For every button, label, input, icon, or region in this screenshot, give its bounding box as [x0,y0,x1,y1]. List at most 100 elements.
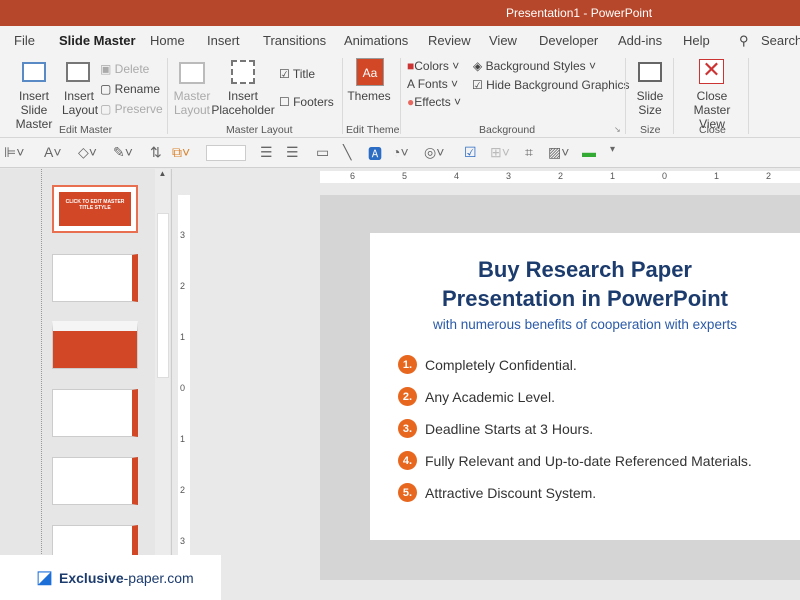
slide[interactable]: Buy Research Paper Presentation in PowerP… [370,233,800,540]
tab-developer[interactable]: Developer [539,33,598,48]
merge-shapes-icon[interactable]: ◎˅ [424,144,444,161]
slide-size-button[interactable]: Slide Size [630,89,670,117]
slide-thumbnail[interactable] [52,321,138,369]
ruler-tick-label: 1 [180,332,186,342]
benefit-item: 2. Any Academic Level. [398,387,555,406]
number-badge: 2. [398,387,417,406]
rectangle-icon[interactable]: ▭ [316,144,329,161]
ruler-tick-label: 5 [402,171,408,181]
delete-label: Delete [114,62,150,76]
text-box-icon[interactable]: 🅰 [368,144,382,164]
master-layout-button[interactable]: Master Layout [172,89,212,117]
delete-button[interactable]: ▣ Delete [100,62,149,76]
edit-icon[interactable]: ☑ [464,144,477,161]
insert-layout-button[interactable]: Insert Layout [62,89,98,117]
arrange-icon[interactable]: ⧉˅ [172,144,190,161]
divider [342,58,343,134]
tab-file[interactable]: File [14,33,35,48]
crop-icon[interactable]: ⌗ [525,144,533,161]
send-backward-icon[interactable]: ☰ [286,144,299,161]
benefit-text: Completely Confidential. [425,356,577,373]
ruler-tick-label: 1 [180,434,186,444]
tab-help[interactable]: Help [683,33,710,48]
size-dropdown[interactable] [206,145,246,161]
footers-checkbox[interactable]: ☐ Footers [279,95,334,109]
divider [400,58,401,134]
ruler-tick-label: 6 [350,171,356,181]
hide-background-graphics-checkbox[interactable]: ☑ Hide Background Graphics [472,78,630,92]
tab-view[interactable]: View [489,33,517,48]
table-icon[interactable]: ⊞˅ [490,144,510,161]
effects-button[interactable]: ●Effects ˅ [407,95,461,109]
scrollbar-thumb[interactable] [157,213,169,378]
divider [673,58,674,134]
group-size: Size [640,124,661,136]
title-line: Buy Research Paper [478,257,692,282]
number-badge: 3. [398,419,417,438]
sort-icon[interactable]: ⇅ [150,144,162,161]
rename-button[interactable]: ▢ Rename [100,82,160,96]
align-icon[interactable]: ⊫˅ [4,144,24,161]
tab-review[interactable]: Review [428,33,471,48]
fonts-button[interactable]: A Fonts ˅ [407,77,458,91]
scroll-up-icon[interactable]: ▲ [155,169,170,178]
themes-icon: Aa [356,58,384,86]
group-master-layout: Master Layout [226,124,293,136]
title-checkbox[interactable]: ☑ Title [279,67,315,81]
group-edit-master: Edit Master [59,124,113,136]
background-styles-label: Background Styles [485,59,586,73]
slide-master-icon [22,62,46,82]
quick-toolbar: ⊫˅ A˅ ◇˅ ✎˅ ⇅ ⧉˅ ☰ ☰ ▭ ╲ 🅰 ◔˅ ◎˅ ☑ ⊞˅ ⌗ … [0,138,800,168]
footers-label: Footers [293,95,334,109]
line-icon[interactable]: ╲ [343,144,351,161]
ruler-tick-label: 0 [180,383,186,393]
colors-button[interactable]: ■Colors ˅ [407,59,459,73]
group-background: Background [479,124,536,136]
ruler-tick-label: 2 [180,281,186,291]
slide-subtitle: with numerous benefits of cooperation wi… [433,317,737,332]
tab-home[interactable]: Home [150,33,185,48]
thumbnail-title: CLICK TO EDIT MASTER TITLE STYLE [59,192,131,226]
preserve-label: Preserve [114,102,163,116]
ruler-tick-label: 0 [662,171,668,181]
colors-label: Colors [414,59,449,73]
slide-title: Buy Research Paper Presentation in PowerP… [370,255,800,313]
dialog-launcher-icon[interactable]: ↘ [614,125,621,134]
hide-bg-label: Hide Background Graphics [486,78,630,92]
slide-thumbnail[interactable] [52,457,138,505]
tab-slide-master[interactable]: Slide Master [59,33,136,54]
logo-bold: Exclusive [59,569,124,586]
close-icon: ✕ [699,59,724,84]
search-label[interactable]: Search [761,33,800,48]
insert-placeholder-button[interactable]: Insert Placeholder [210,89,276,117]
outline-icon[interactable]: ✎˅ [113,144,133,161]
tab-transitions[interactable]: Transitions [263,33,326,48]
tab-add-ins[interactable]: Add-ins [618,33,662,48]
search-icon[interactable]: ⚲ [739,33,749,49]
align-green-icon[interactable]: ▬ [582,144,596,160]
fill-color-icon[interactable]: ◇˅ [78,144,97,161]
rename-label: Rename [114,82,161,96]
slide-thumbnail[interactable] [52,389,138,437]
picture-icon[interactable]: ▨˅ [548,144,569,161]
slide-thumbnail[interactable] [52,254,138,302]
benefit-item: 4. Fully Relevant and Up-to-date Referenc… [398,451,752,470]
number-badge: 1. [398,355,417,374]
preserve-button[interactable]: ▢ Preserve [100,102,163,116]
tab-animations[interactable]: Animations [344,33,408,48]
background-styles-button[interactable]: ◈ Background Styles ˅ [473,59,596,73]
insert-slide-master-button[interactable]: Insert Slide Master [4,89,64,131]
slide-thumbnail-master[interactable]: CLICK TO EDIT MASTER TITLE STYLE [52,185,138,233]
tab-insert[interactable]: Insert [207,33,240,48]
font-color-icon[interactable]: A˅ [44,144,62,160]
customize-toolbar-icon[interactable]: ▾ [610,144,615,155]
divider [748,58,749,134]
shapes-icon[interactable]: ◔˅ [392,144,409,160]
insert-placeholder-icon [231,60,255,84]
horizontal-ruler: 6 5 4 3 2 1 0 1 2 [320,171,800,183]
bring-forward-icon[interactable]: ☰ [260,144,273,161]
benefit-item: 1. Completely Confidential. [398,355,577,374]
thumbnail-pane: CLICK TO EDIT MASTER TITLE STYLE [0,169,172,600]
benefit-text: Attractive Discount System. [425,484,597,501]
themes-button[interactable]: Themes [346,89,392,103]
